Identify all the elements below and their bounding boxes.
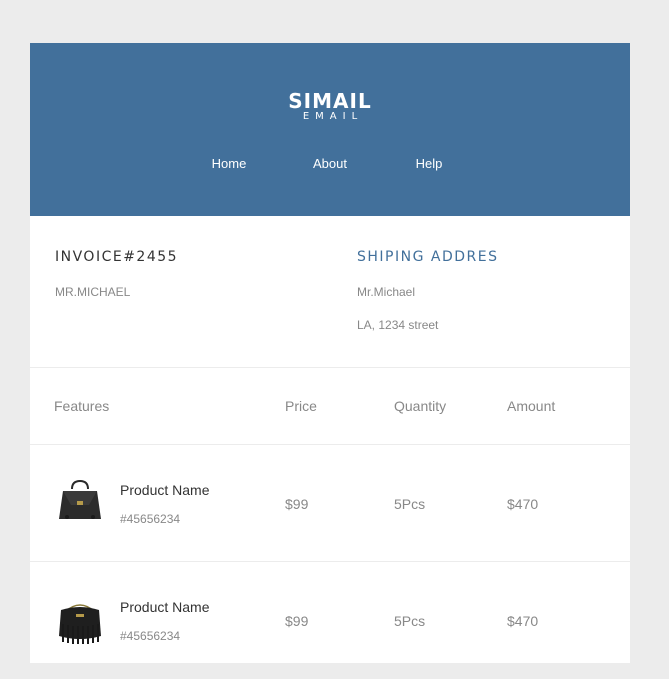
- nav-help-link[interactable]: Help: [389, 156, 469, 171]
- shipping-street: LA, 1234 street: [357, 318, 439, 332]
- logo-sub-text: EMAIL: [302, 111, 364, 122]
- product-amount: $470: [507, 496, 539, 512]
- product-price: $99: [285, 496, 309, 512]
- table-row: Product Name #45656234 $99 5Pcs $470: [30, 445, 630, 562]
- handbag-icon: [55, 475, 105, 525]
- customer-name: MR.MICHAEL: [55, 285, 131, 299]
- invoice-title: INVOICE#2455: [55, 249, 179, 265]
- product-sku: #45656234: [120, 629, 181, 643]
- email-card: SIMAIL EMAIL Home About Help INVOICE#245…: [30, 43, 630, 663]
- product-quantity: 5Pcs: [394, 496, 426, 512]
- shipping-title: SHIPING ADDRES: [357, 249, 499, 265]
- product-name[interactable]: Product Name: [120, 482, 209, 498]
- product-sku: #45656234: [120, 512, 181, 526]
- nav-home-link[interactable]: Home: [189, 156, 269, 171]
- logo-main-text: SIMAIL: [288, 89, 372, 113]
- logo[interactable]: SIMAIL EMAIL: [30, 90, 630, 122]
- header-quantity: Quantity: [394, 398, 447, 414]
- product-name[interactable]: Product Name: [120, 599, 209, 615]
- header-amount: Amount: [507, 398, 556, 414]
- product-price: $99: [285, 613, 309, 629]
- header-price: Price: [285, 398, 317, 414]
- product-quantity: 5Pcs: [394, 613, 426, 629]
- shipping-name: Mr.Michael: [357, 285, 416, 299]
- product-amount: $470: [507, 613, 539, 629]
- fringe-bag-icon: [55, 594, 105, 644]
- header-features: Features: [54, 398, 110, 414]
- table-row: Product Name #45656234 $99 5Pcs $470: [30, 562, 630, 679]
- email-header: SIMAIL EMAIL Home About Help: [30, 43, 630, 216]
- nav-about-link[interactable]: About: [290, 156, 370, 171]
- divider: [30, 367, 630, 368]
